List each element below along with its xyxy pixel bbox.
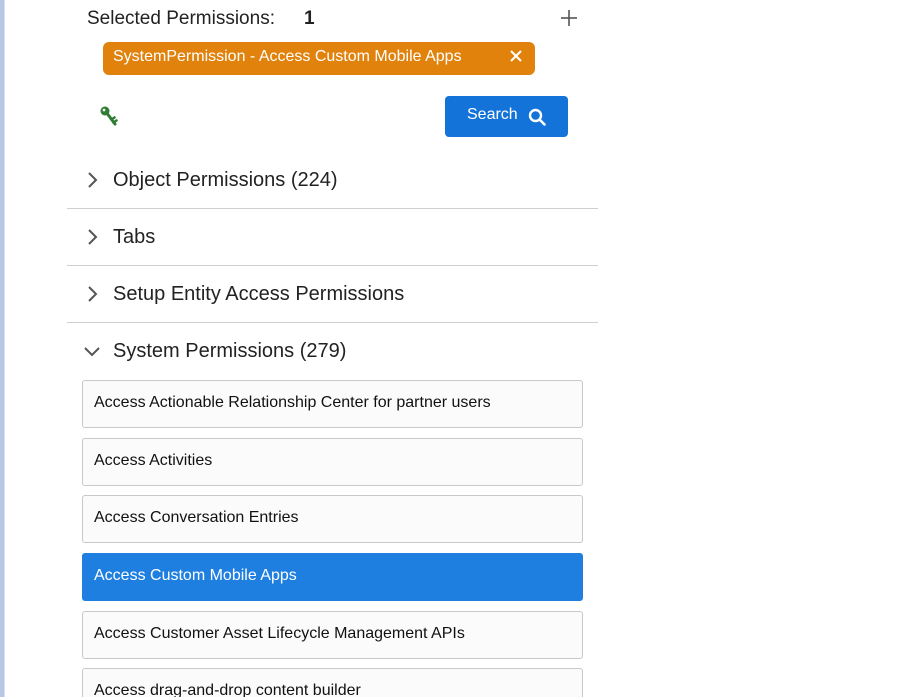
- section-title: Tabs: [113, 226, 156, 248]
- search-button[interactable]: Search: [445, 96, 568, 137]
- selected-permissions-count: 1: [304, 8, 315, 29]
- search-button-label: Search: [467, 106, 518, 123]
- permission-item-selected[interactable]: Access Custom Mobile Apps: [82, 553, 583, 601]
- permission-item[interactable]: Access Customer Asset Lifecycle Manageme…: [82, 611, 583, 659]
- section-title: Setup Entity Access Permissions: [113, 283, 405, 305]
- permissions-panel: Selected Permissions: 1 SystemPermission…: [0, 0, 914, 697]
- chevron-right-icon: [84, 227, 100, 247]
- permission-label: Access Conversation Entries: [94, 509, 299, 526]
- permission-label: Access drag-and-drop content builder: [94, 682, 361, 697]
- permission-item[interactable]: Access drag-and-drop content builder: [82, 668, 583, 697]
- close-icon[interactable]: [509, 49, 523, 63]
- chevron-right-icon: [84, 284, 100, 304]
- chevron-right-icon: [84, 170, 100, 190]
- permission-label: Access Actionable Relationship Center fo…: [94, 394, 491, 411]
- permission-label: Access Customer Asset Lifecycle Manageme…: [94, 625, 465, 642]
- section-object-permissions[interactable]: Object Permissions (224): [67, 152, 598, 209]
- section-title: System Permissions (279): [113, 340, 347, 362]
- search-icon: [528, 108, 546, 126]
- chevron-down-icon: [84, 341, 100, 361]
- permission-label: Access Custom Mobile Apps: [94, 567, 297, 584]
- chip-label: SystemPermission - Access Custom Mobile …: [113, 48, 462, 65]
- plus-icon[interactable]: [559, 8, 579, 28]
- selected-permissions-label: Selected Permissions:: [87, 8, 275, 29]
- permission-item[interactable]: Access Activities: [82, 438, 583, 486]
- section-system-permissions[interactable]: System Permissions (279): [67, 323, 598, 380]
- divider: [4, 0, 5, 697]
- permission-item[interactable]: Access Actionable Relationship Center fo…: [82, 380, 583, 428]
- key-icon[interactable]: [98, 104, 120, 128]
- permission-label: Access Activities: [94, 452, 213, 469]
- section-title: Object Permissions (224): [113, 169, 338, 191]
- section-setup-entity-access[interactable]: Setup Entity Access Permissions: [67, 266, 598, 323]
- selected-permission-chip: SystemPermission - Access Custom Mobile …: [103, 42, 535, 75]
- section-tabs[interactable]: Tabs: [67, 209, 598, 266]
- permission-item[interactable]: Access Conversation Entries: [82, 495, 583, 543]
